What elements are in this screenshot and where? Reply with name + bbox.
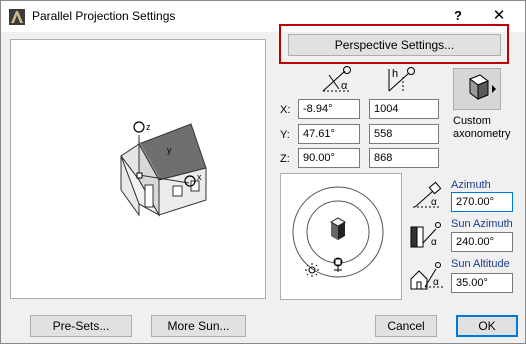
row-x-label: X: [280, 104, 291, 116]
app-logo-icon [9, 9, 25, 25]
azimuth-icon: α [413, 181, 442, 208]
y-angle-field[interactable]: 47.61° [298, 124, 360, 144]
sun-azimuth-field[interactable]: 240.00° [451, 232, 513, 252]
sun-position-panel[interactable] [280, 173, 402, 300]
row-y-label: Y: [280, 129, 290, 141]
cancel-button[interactable]: Cancel [375, 315, 437, 337]
azimuth-alpha: α [431, 197, 437, 208]
axis-y-label: y [167, 145, 172, 155]
y-value-field[interactable]: 558 [369, 124, 439, 144]
close-button[interactable]: ✕ [487, 6, 511, 26]
row-z-label: Z: [280, 153, 290, 165]
projection-mode-line1: Custom [453, 115, 491, 127]
axonometry-cube-icon [468, 74, 496, 100]
sun-azimuth-label: Sun Azimuth [451, 218, 513, 230]
sun-altitude-alpha: α [433, 277, 439, 288]
z-angle-field[interactable]: 90.00° [298, 148, 360, 168]
sun-azimuth-alpha: α [431, 237, 437, 248]
projection-type-picker[interactable] [453, 68, 501, 110]
axis-x-label: x [197, 172, 202, 182]
sun-azimuth-icon: α [410, 222, 441, 248]
help-button[interactable]: ? [448, 6, 468, 26]
x-value-field[interactable]: 1004 [369, 99, 439, 119]
sun-compass-icon [292, 186, 384, 278]
height-header-icon: h [388, 67, 415, 92]
dialog-window: Parallel Projection Settings ? ✕ z y x P… [0, 0, 526, 344]
presets-button[interactable]: Pre-Sets... [30, 315, 132, 337]
angle-header-icon: α [322, 66, 351, 92]
alpha-label: α [341, 80, 348, 92]
projection-mode-line2: axonometry [453, 128, 511, 140]
ok-button[interactable]: OK [456, 315, 518, 337]
window-title: Parallel Projection Settings [32, 9, 176, 23]
azimuth-field[interactable]: 270.00° [451, 192, 513, 212]
more-sun-button[interactable]: More Sun... [151, 315, 246, 337]
h-label: h [392, 68, 398, 80]
x-angle-field[interactable]: -8.94° [298, 99, 360, 119]
z-value-field[interactable]: 868 [369, 148, 439, 168]
sun-altitude-label: Sun Altitude [451, 258, 510, 270]
sun-altitude-icon: α [410, 262, 445, 290]
projection-preview[interactable]: z y x [10, 39, 266, 299]
axis-z-label: z [146, 122, 151, 132]
house-preview-icon: z y x [120, 121, 207, 217]
perspective-settings-button[interactable]: Perspective Settings... [288, 34, 501, 56]
sun-altitude-field[interactable]: 35.00° [451, 273, 513, 293]
azimuth-label: Azimuth [451, 179, 491, 191]
